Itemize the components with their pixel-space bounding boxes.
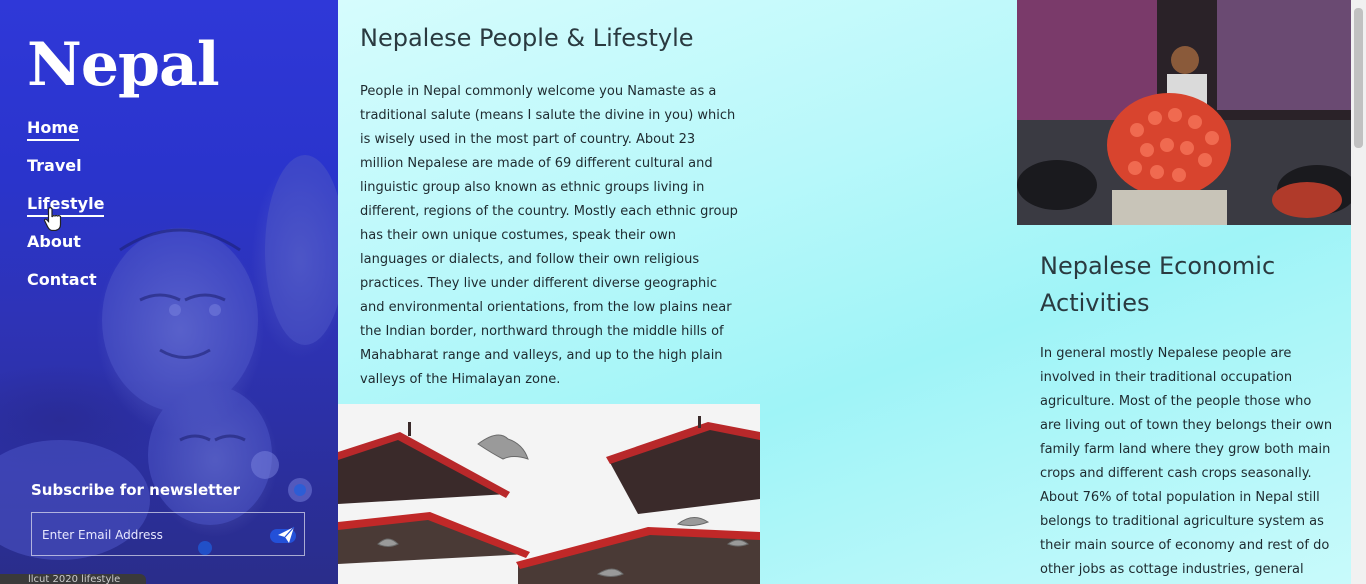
copyright-text: llcut 2020 lifestyle: [0, 574, 146, 584]
newsletter-email-input[interactable]: [42, 525, 252, 545]
main-nav: Home Travel Lifestyle About Contact: [27, 118, 105, 308]
paper-plane-icon: [270, 526, 296, 543]
sidebar: Nepal Home Travel Lifestyle About Contac…: [0, 0, 338, 584]
nav-link-lifestyle[interactable]: Lifestyle: [27, 194, 105, 217]
nav-item-about: About: [27, 232, 104, 270]
site-logo[interactable]: Nepal: [27, 30, 220, 100]
temple-pigeons-photo: [338, 404, 760, 584]
temple-illustration: [338, 404, 760, 584]
hand-pointer-cursor-icon: [43, 207, 62, 231]
newsletter-submit-button[interactable]: [268, 521, 302, 549]
nav-item-home: Home: [27, 118, 104, 156]
market-vendor-photo: [1017, 0, 1351, 225]
market-illustration: [1017, 0, 1351, 225]
nav-link-contact[interactable]: Contact: [27, 270, 97, 291]
nav-link-about[interactable]: About: [27, 232, 81, 253]
nav-item-lifestyle: Lifestyle: [27, 194, 105, 232]
vertical-scrollbar[interactable]: [1351, 0, 1366, 584]
newsletter-title: Subscribe for newsletter: [31, 481, 241, 499]
economic-activities-heading: Nepalese Economic Activities: [1040, 252, 1276, 317]
nav-item-contact: Contact: [27, 270, 104, 308]
economic-activities-paragraph: In general mostly Nepalese people are in…: [1040, 346, 1333, 577]
newsletter-form: [31, 512, 305, 556]
nav-link-travel[interactable]: Travel: [27, 156, 82, 177]
people-lifestyle-paragraph: People in Nepal commonly welcome you Nam…: [360, 84, 738, 387]
people-lifestyle-heading: Nepalese People & Lifestyle: [360, 24, 694, 52]
nav-item-travel: Travel: [27, 156, 104, 194]
scrollbar-thumb[interactable]: [1354, 8, 1363, 148]
main-content: Nepalese People & Lifestyle People in Ne…: [338, 0, 1351, 584]
nav-link-home[interactable]: Home: [27, 118, 79, 141]
